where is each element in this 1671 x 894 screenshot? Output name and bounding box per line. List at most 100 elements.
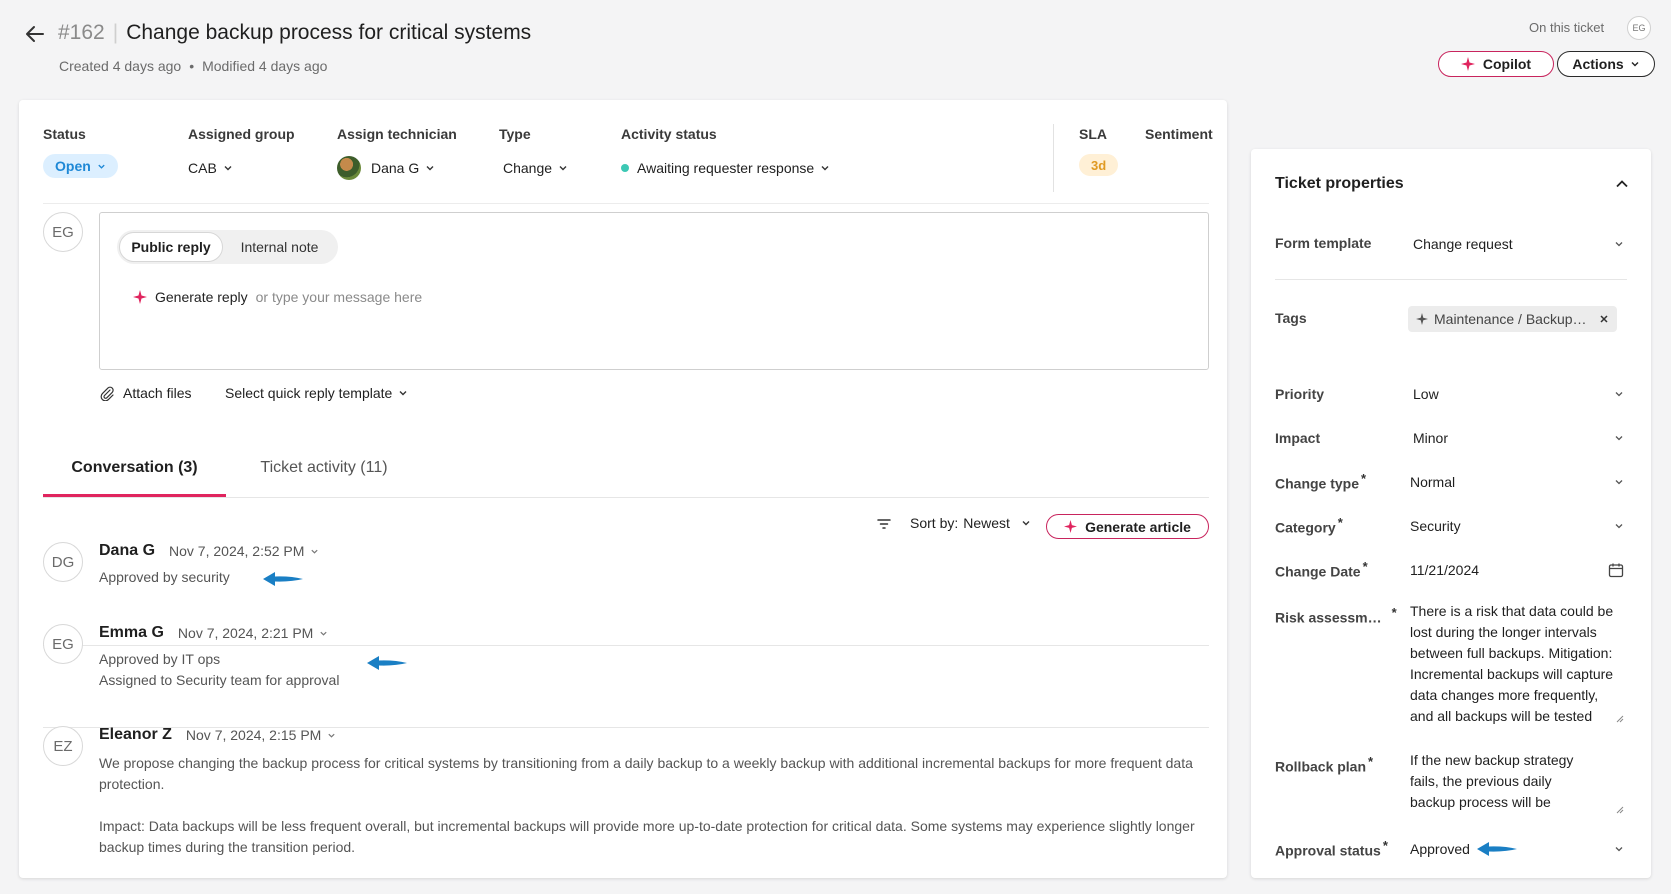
attach-files-button[interactable]: Attach files xyxy=(99,385,191,401)
viewer-avatar[interactable]: EG xyxy=(1627,16,1651,40)
generate-article-label: Generate article xyxy=(1085,518,1191,535)
public-reply-tab[interactable]: Public reply xyxy=(119,232,223,262)
tag-chip[interactable]: Maintenance / Backup… xyxy=(1408,306,1617,332)
internal-note-tab[interactable]: Internal note xyxy=(223,232,336,262)
form-template-select[interactable]: Change request xyxy=(1411,227,1626,261)
chevron-down-icon xyxy=(1615,524,1623,529)
priority-label: Priority xyxy=(1275,386,1325,402)
chevron-down-icon xyxy=(426,166,434,171)
resize-handle-icon[interactable] xyxy=(1616,806,1624,814)
rollback-plan-textarea[interactable]: If the new backup strategy fails, the pr… xyxy=(1408,750,1626,816)
risk-assessment-label: Risk assessm… * xyxy=(1275,605,1397,626)
rollback-plan-value: If the new backup strategy fails, the pr… xyxy=(1410,752,1574,816)
change-type-value: Normal xyxy=(1410,474,1456,490)
filter-icon xyxy=(877,519,891,529)
reply-mode-toggle: Public reply Internal note xyxy=(117,230,338,264)
tab-conversation-label: Conversation (3) xyxy=(71,459,198,476)
sparkle-icon xyxy=(133,290,147,304)
calendar-icon[interactable] xyxy=(1608,562,1624,578)
chevron-down-icon xyxy=(311,549,319,554)
status-value: Open xyxy=(55,158,91,174)
public-reply-label: Public reply xyxy=(131,239,211,255)
copilot-label: Copilot xyxy=(1482,56,1532,72)
annotation-arrow-icon xyxy=(367,656,407,670)
chevron-down-icon xyxy=(1615,392,1623,397)
message-avatar: DG xyxy=(43,542,83,582)
tab-ticket-activity-label: Ticket activity (11) xyxy=(260,459,388,476)
tabs-divider xyxy=(43,497,1209,498)
sparkle-icon xyxy=(1416,313,1428,325)
chevron-down-icon xyxy=(399,391,407,396)
created-time: Created 4 days ago xyxy=(59,58,182,74)
message-body-line: Assigned to Security team for approval xyxy=(99,672,340,688)
message-avatar: EZ xyxy=(43,726,83,766)
change-type-select[interactable]: Normal xyxy=(1408,465,1626,499)
summary-bottom-divider xyxy=(43,203,1209,204)
sla-label: SLA xyxy=(1079,126,1107,142)
tab-conversation[interactable]: Conversation (3) xyxy=(43,438,226,498)
chevron-down-icon xyxy=(1615,436,1623,441)
back-button[interactable] xyxy=(24,23,46,45)
change-type-label: Change type * xyxy=(1275,471,1367,492)
title-divider: | xyxy=(112,21,119,44)
tags-label: Tags xyxy=(1275,310,1307,326)
collapse-properties-button[interactable] xyxy=(1615,177,1629,191)
message-time[interactable]: Nov 7, 2024, 2:15 PM xyxy=(186,727,336,743)
activity-status-dropdown[interactable]: Awaiting requester response xyxy=(621,160,830,176)
technician-dropdown[interactable]: Dana G xyxy=(337,156,435,180)
change-date-input[interactable]: 11/21/2024 xyxy=(1408,553,1626,587)
category-value: Security xyxy=(1410,518,1461,534)
reply-composer[interactable]: Public reply Internal note Generate repl… xyxy=(99,212,1209,370)
quick-reply-template-dropdown[interactable]: Select quick reply template xyxy=(225,385,408,401)
technician-label: Assign technician xyxy=(337,126,457,142)
message-time[interactable]: Nov 7, 2024, 2:21 PM xyxy=(178,625,328,641)
copilot-button[interactable]: Copilot xyxy=(1438,51,1554,77)
chevron-down-icon xyxy=(1615,242,1623,247)
type-label: Type xyxy=(499,126,531,142)
tab-ticket-activity[interactable]: Ticket activity (11) xyxy=(249,438,399,498)
category-select[interactable]: Security xyxy=(1408,509,1626,543)
message-time[interactable]: Nov 7, 2024, 2:52 PM xyxy=(169,543,319,559)
summary-divider xyxy=(1053,124,1054,192)
form-template-value: Change request xyxy=(1413,236,1513,252)
technician-avatar xyxy=(337,156,361,180)
status-dropdown[interactable]: Open xyxy=(43,154,118,178)
form-template-label: Form template xyxy=(1275,235,1372,251)
assigned-group-value: CAB xyxy=(188,160,217,176)
filter-button[interactable] xyxy=(877,517,891,531)
ticket-main-panel: Status Open Assigned group CAB Assign te… xyxy=(19,100,1227,878)
paperclip-icon xyxy=(100,386,114,401)
technician-value: Dana G xyxy=(371,160,420,176)
priority-value: Low xyxy=(1413,386,1439,402)
viewer-initials: EG xyxy=(1632,23,1646,33)
assigned-group-dropdown[interactable]: CAB xyxy=(188,160,233,176)
sort-dropdown[interactable]: Sort by: Newest xyxy=(910,515,1031,531)
actions-button[interactable]: Actions xyxy=(1557,51,1655,77)
sort-label: Sort by: xyxy=(910,515,959,531)
sla-value: 3d xyxy=(1091,157,1107,173)
message-placeholder[interactable]: or type your message here xyxy=(256,289,423,305)
annotation-arrow-icon xyxy=(263,572,303,586)
ticket-properties-panel: Ticket properties Form template Change r… xyxy=(1251,149,1651,878)
message-author: Emma G xyxy=(99,624,164,641)
message-body-line: Impact: Data backups will be less freque… xyxy=(99,818,1195,855)
ticket-number: #162 xyxy=(58,21,105,44)
generate-reply-button[interactable]: Generate reply xyxy=(155,289,248,305)
resize-handle-icon[interactable] xyxy=(1616,715,1624,723)
category-label: Category * xyxy=(1275,515,1343,536)
impact-value: Minor xyxy=(1413,430,1449,446)
sla-badge: 3d xyxy=(1079,154,1119,176)
message-body-line: We propose changing the backup process f… xyxy=(99,755,1193,792)
change-date-label: Change Date * xyxy=(1275,559,1368,580)
quick-reply-label: Select quick reply template xyxy=(225,385,393,401)
message-author: Dana G xyxy=(99,542,156,559)
generate-article-button[interactable]: Generate article xyxy=(1046,514,1209,539)
sentiment-label: Sentiment xyxy=(1145,126,1213,142)
priority-select[interactable]: Low xyxy=(1411,377,1626,411)
chevron-down-icon xyxy=(1615,480,1623,485)
risk-assessment-textarea[interactable]: There is a risk that data could be lost … xyxy=(1408,601,1626,725)
rollback-plan-label: Rollback plan * xyxy=(1275,754,1374,775)
type-dropdown[interactable]: Change xyxy=(503,160,568,176)
close-icon[interactable] xyxy=(1599,314,1609,324)
impact-select[interactable]: Minor xyxy=(1411,421,1626,455)
